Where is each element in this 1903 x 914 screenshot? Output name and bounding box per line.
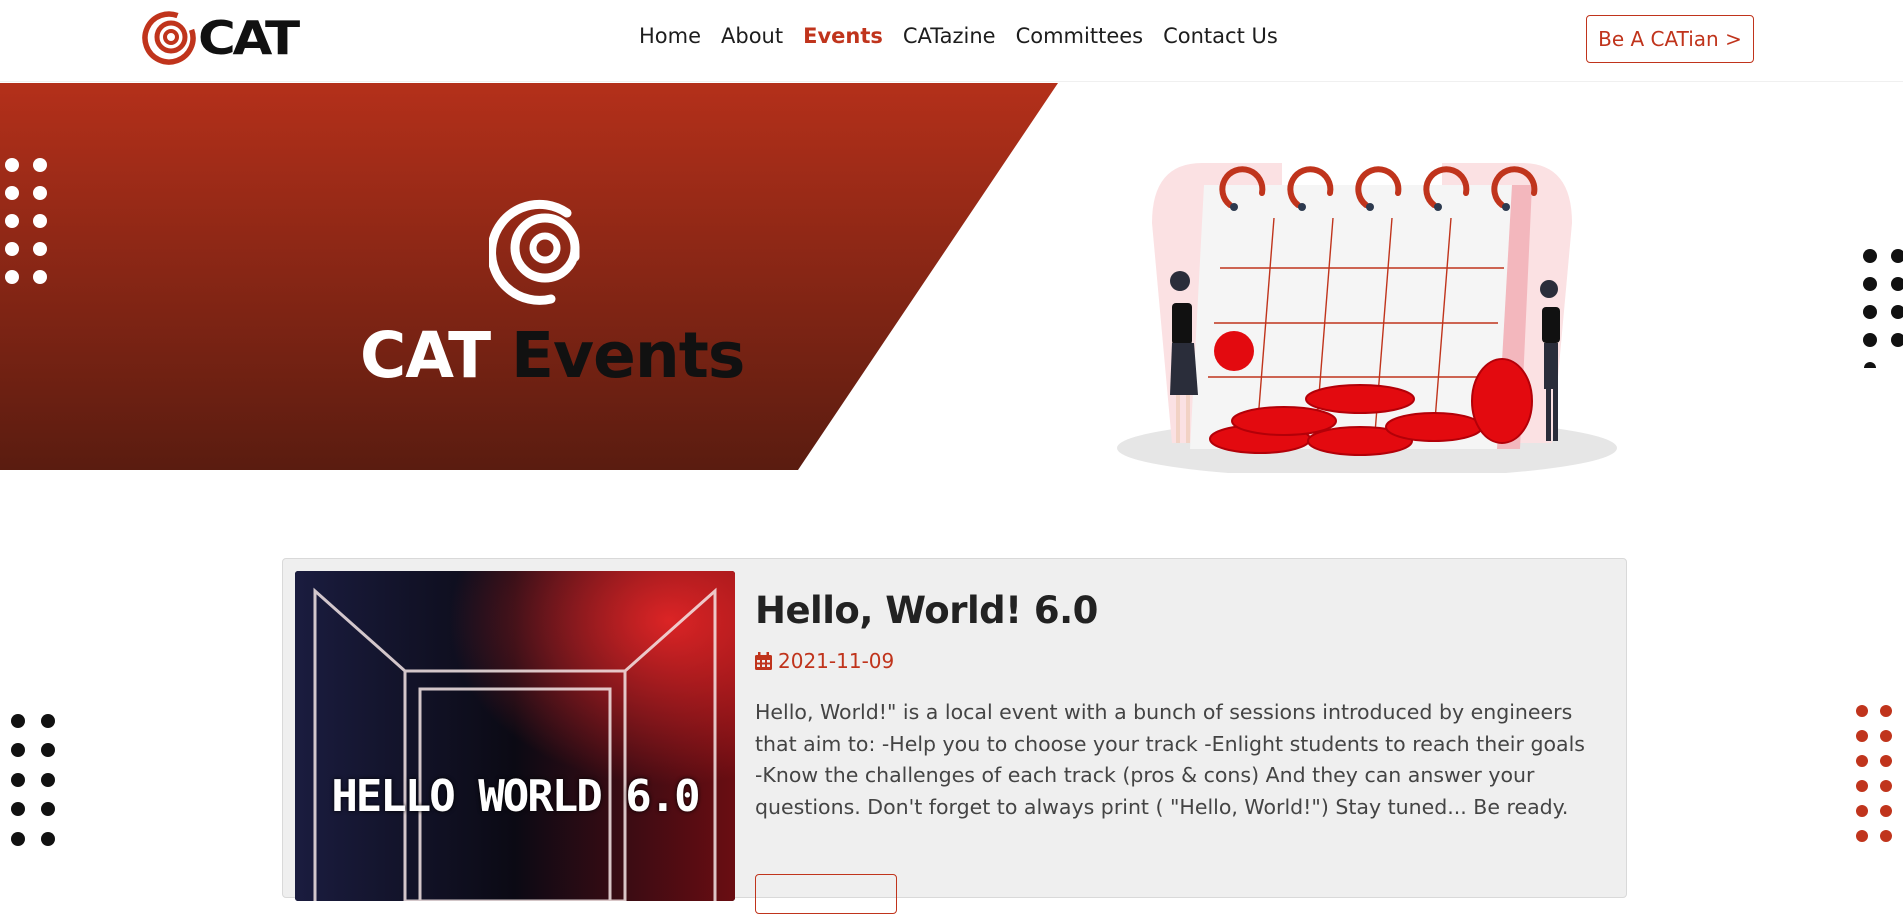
hero-title: CAT Events xyxy=(360,319,745,392)
event-card: HELLO WORLD 6.0 Hello, World! 6.0 2021-1… xyxy=(282,558,1627,914)
hero-title-dark: Events xyxy=(511,319,745,392)
at-logo-icon xyxy=(142,11,196,65)
nav-contact[interactable]: Contact Us xyxy=(1163,24,1278,48)
hero-at-icon xyxy=(489,199,580,305)
poster-title: HELLO WORLD 6.0 xyxy=(331,771,700,822)
hero-dots-white xyxy=(5,158,47,284)
nav-home[interactable]: Home xyxy=(639,24,701,48)
nav-about[interactable]: About xyxy=(721,24,783,48)
event-date: 2021-11-09 xyxy=(755,649,894,673)
nav-events[interactable]: Events xyxy=(803,24,883,48)
event-date-text: 2021-11-09 xyxy=(778,649,895,673)
decor-dots-red xyxy=(1856,705,1892,842)
event-poster-graphic xyxy=(295,571,735,901)
event-details-button[interactable] xyxy=(755,874,897,914)
nav-committees[interactable]: Committees xyxy=(1016,24,1144,48)
decor-dots-left xyxy=(11,714,55,846)
brand-name: CAT xyxy=(198,11,300,65)
main-nav: Home About Events CATazine Committees Co… xyxy=(639,24,1298,48)
hero-title-white: CAT xyxy=(360,319,491,392)
hero-banner: CAT Events xyxy=(0,83,1903,473)
event-title: Hello, World! 6.0 xyxy=(755,589,1098,632)
brand-logo[interactable]: CAT xyxy=(142,10,300,66)
navbar: CAT Home About Events CATazine Committee… xyxy=(0,0,1903,82)
event-description: Hello, World!" is a local event with a b… xyxy=(755,700,1585,819)
event-image[interactable]: HELLO WORLD 6.0 xyxy=(295,571,735,901)
calendar-icon xyxy=(755,652,772,670)
calendar-illustration xyxy=(1117,163,1617,473)
decor-dots-black xyxy=(1863,249,1903,368)
be-a-catian-button[interactable]: Be A CATian > xyxy=(1586,15,1754,63)
nav-catazine[interactable]: CATazine xyxy=(903,24,996,48)
